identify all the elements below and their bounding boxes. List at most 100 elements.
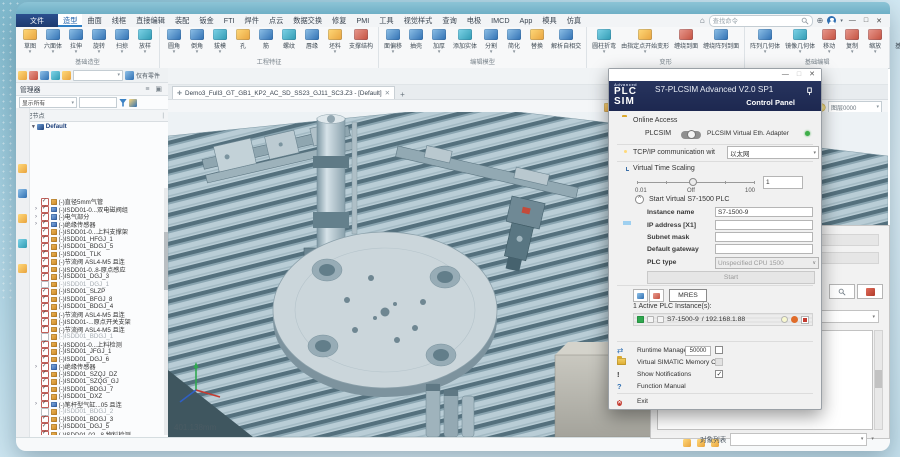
- manager-tool-icon[interactable]: [18, 71, 27, 80]
- ribbon-button[interactable]: 抽壳▼: [405, 28, 427, 54]
- ribbon-button[interactable]: 六面体▼: [42, 28, 64, 54]
- memory-card-checkbox[interactable]: [715, 358, 723, 366]
- pause-all-button[interactable]: [633, 289, 648, 302]
- ribbon-button[interactable]: 分割▼: [480, 28, 502, 54]
- menu-row-notifications[interactable]: ! Show Notifications: [609, 369, 821, 381]
- ribbon-tab[interactable]: 工具: [374, 14, 398, 27]
- ribbon-button[interactable]: 圆柱折弯▼: [590, 28, 618, 54]
- manager-side-tab-icon[interactable]: [18, 264, 27, 273]
- manager-menu-icon[interactable]: ≡ ▣: [145, 85, 164, 93]
- filter-text-input[interactable]: [79, 97, 117, 108]
- tree-row[interactable]: › (-)电气部分: [29, 213, 163, 221]
- time-scaling-slider[interactable]: [637, 182, 755, 183]
- ribbon-button[interactable]: 缠绕阵列到面▼: [701, 28, 741, 54]
- manager-tool-icon[interactable]: [51, 71, 60, 80]
- ribbon-button[interactable]: 扫掠▼: [111, 28, 133, 54]
- object-list-combo[interactable]: ▾: [730, 433, 867, 446]
- ribbon-tab[interactable]: FTI: [219, 14, 240, 27]
- tree-row[interactable]: › (-)ISDD01_SLZP: [29, 288, 163, 296]
- manager-tool-icon[interactable]: [62, 71, 71, 80]
- notifications-checkbox[interactable]: [715, 370, 723, 378]
- ribbon-button[interactable]: 拉伸▼: [65, 28, 87, 54]
- app-titlebar[interactable]: [16, 2, 890, 14]
- manager-side-tab-icon[interactable]: [18, 164, 27, 173]
- ribbon-tab[interactable]: 模具: [537, 14, 561, 27]
- object-list-expand-icon[interactable]: ▾: [871, 436, 874, 442]
- dropdown-caret-icon[interactable]: ▼: [333, 50, 337, 53]
- rotary-table-disc[interactable]: [273, 232, 497, 397]
- start-section-collapse-button[interactable]: ^: [635, 195, 644, 204]
- dropdown-caret-icon[interactable]: ▼: [873, 50, 877, 53]
- ribbon-tab[interactable]: IMCD: [486, 14, 514, 27]
- plcsim-close-button[interactable]: ✕: [809, 71, 815, 79]
- tree-row[interactable]: › (-)ISDD01_DGJ_6: [29, 356, 163, 364]
- plc-type-combo[interactable]: Unspecified CPU 1500∨: [715, 257, 819, 269]
- pin-icon[interactable]: [805, 87, 814, 96]
- ribbon-tab[interactable]: 点云: [264, 14, 288, 27]
- side-panel-scrollbar[interactable]: [874, 330, 883, 430]
- plcsim-minimize-button[interactable]: —: [782, 71, 789, 79]
- tree-row[interactable]: › (-)ISDD01_BFGJ_8: [29, 296, 163, 304]
- ribbon-button[interactable]: 加厚▼: [428, 28, 450, 54]
- tree-row[interactable]: › (-)绝缘传感器: [29, 363, 163, 371]
- slider-knob[interactable]: [689, 178, 697, 186]
- dropdown-caret-icon[interactable]: ▼: [602, 50, 606, 53]
- ribbon-tab[interactable]: 视觉样式: [399, 14, 438, 27]
- dropdown-caret-icon[interactable]: ▼: [827, 50, 831, 53]
- tree-root-row[interactable]: ▾ Default: [16, 122, 168, 131]
- start-button[interactable]: Start: [647, 271, 815, 284]
- ribbon-button[interactable]: 旋转▼: [88, 28, 110, 54]
- instance-record-icon[interactable]: [791, 316, 798, 323]
- home-icon[interactable]: ⌂: [700, 16, 705, 25]
- tcpip-adapter-combo[interactable]: 以太网▾: [727, 146, 819, 159]
- visibility-checkbox[interactable]: [41, 273, 49, 281]
- dropdown-caret-icon[interactable]: ▼: [195, 50, 199, 53]
- side-panel-tool-button[interactable]: [857, 284, 883, 299]
- tree-row[interactable]: › (-)ISDD01_BDGJ_2: [29, 408, 163, 416]
- manager-tool-icon[interactable]: [40, 71, 49, 80]
- ribbon-button[interactable]: 阵列几何体▼: [748, 28, 782, 54]
- visibility-checkbox[interactable]: [41, 431, 49, 436]
- dropdown-caret-icon[interactable]: ▼: [172, 50, 176, 53]
- new-document-tab-button[interactable]: +: [395, 90, 410, 99]
- tree-column-header[interactable]: 装配节点|: [16, 110, 168, 122]
- side-panel-search-button[interactable]: [829, 284, 855, 299]
- ribbon-button[interactable]: 坯料▼: [324, 28, 346, 54]
- tree-row[interactable]: › (-)ISDD01_JFGJ_1: [29, 348, 163, 356]
- only-parts-icon[interactable]: [125, 71, 134, 80]
- manager-side-tab-icon[interactable]: [18, 239, 27, 248]
- command-search-input[interactable]: 查找命令: [709, 15, 813, 27]
- help-icon[interactable]: ⊕: [817, 16, 824, 25]
- tree-row[interactable]: › (-)ISDD01_DGJ_3: [29, 273, 163, 281]
- expand-arrow-icon[interactable]: ›: [35, 214, 39, 220]
- tree-row[interactable]: › (-)ISDD01-0...上料支撑架: [29, 228, 163, 236]
- display-filter-combo[interactable]: 显示所有▾: [19, 97, 77, 108]
- ribbon-button[interactable]: 由指定点开始变形▼: [619, 28, 671, 54]
- tree-row[interactable]: › (-)节流阀 ASL4-M5 且连: [29, 326, 163, 334]
- manager-tool-icon[interactable]: [29, 71, 38, 80]
- ribbon-tab[interactable]: 电极: [462, 14, 486, 27]
- ribbon-button[interactable]: 缠绕到面▼: [672, 28, 700, 54]
- subnet-mask-input[interactable]: [715, 232, 813, 242]
- dropdown-caret-icon[interactable]: ▼: [28, 50, 32, 53]
- plcsim-maximize-button[interactable]: □: [797, 71, 801, 79]
- ribbon-button[interactable]: 圆角▼: [163, 28, 185, 54]
- ribbon-tab[interactable]: PMI: [351, 14, 374, 27]
- visibility-checkbox[interactable]: [41, 326, 49, 334]
- instance-bulb-icon[interactable]: [781, 316, 788, 323]
- dropdown-caret-icon[interactable]: ▼: [643, 50, 647, 53]
- tree-row[interactable]: › (-)ISDD01-0..8-原点感应: [29, 266, 163, 274]
- file-menu-button[interactable]: 文件: [16, 14, 58, 27]
- dropdown-caret-icon[interactable]: ▼: [74, 50, 78, 53]
- ribbon-button[interactable]: 面偏移▼: [382, 28, 404, 54]
- tree-row[interactable]: › (-)ISDD01_DGJ_1: [29, 281, 163, 289]
- ribbon-tab[interactable]: 查询: [437, 14, 461, 27]
- dropdown-caret-icon[interactable]: ▼: [512, 50, 516, 53]
- expand-arrow-icon[interactable]: ›: [35, 364, 39, 370]
- document-tab-close-icon[interactable]: ✕: [385, 89, 390, 97]
- filter-layers-icon[interactable]: [129, 99, 137, 107]
- manager-view-combo[interactable]: ▾: [73, 70, 123, 81]
- menu-row-memory-card[interactable]: Virtual SIMATIC Memory Ca: [609, 357, 821, 369]
- tree-row[interactable]: › (-)ISDD01_SZQJ_DZ: [29, 371, 163, 379]
- ribbon-tab[interactable]: 装配: [170, 14, 194, 27]
